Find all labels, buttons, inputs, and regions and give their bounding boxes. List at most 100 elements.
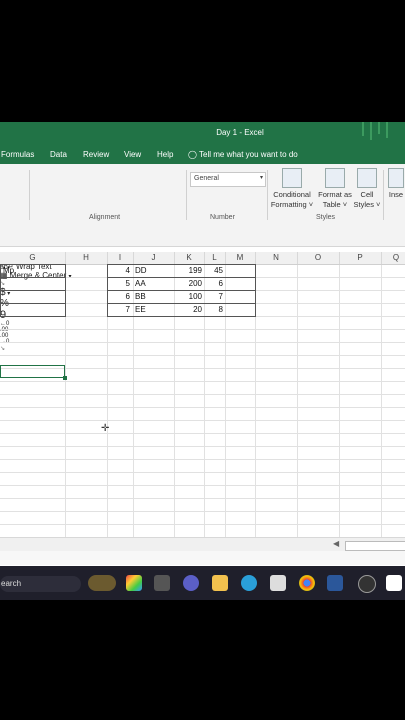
gridline — [0, 394, 405, 395]
label: Inse — [388, 190, 404, 199]
chevron-down-icon: ▾ — [259, 175, 263, 181]
divider — [267, 170, 268, 220]
group-label-styles: Styles — [316, 214, 336, 221]
cell-k3[interactable]: 100 — [174, 291, 202, 303]
cell-styles-icon — [357, 168, 377, 188]
status-area — [0, 551, 405, 565]
column-header-n[interactable]: N — [255, 252, 298, 264]
cell-k1[interactable]: 199 — [174, 265, 202, 277]
decoration — [386, 122, 388, 138]
active-cell-selection[interactable] — [0, 365, 67, 380]
cell-l1[interactable]: 45 — [204, 265, 223, 277]
cell-j1[interactable]: DD — [135, 265, 147, 277]
worksheet-grid[interactable]: Mp 4 DD 199 45 5 AA 200 6 6 BB 100 7 7 E… — [0, 264, 405, 537]
tab-view[interactable]: View — [124, 150, 141, 159]
column-header-g[interactable]: G — [0, 252, 66, 264]
decoration — [370, 122, 372, 140]
cell-l4[interactable]: 8 — [204, 304, 223, 316]
ribbon-tabs: Formulas Data Review View Help ◯ Tell me… — [0, 144, 405, 164]
cell-j3[interactable]: BB — [135, 291, 146, 303]
excel-window: Day 1 - Excel Formulas Data Review View … — [0, 122, 405, 600]
file-explorer-icon[interactable] — [212, 575, 228, 591]
group-label-alignment: Alignment — [89, 214, 121, 221]
app-icon[interactable] — [358, 575, 376, 593]
gridline — [297, 265, 298, 537]
gridline — [0, 329, 405, 330]
insert-cells-icon — [388, 168, 404, 188]
tell-me-search[interactable]: Tell me what you want to do — [199, 150, 298, 159]
column-header-m[interactable]: M — [225, 252, 256, 264]
gridline — [0, 524, 405, 525]
chrome-icon[interactable] — [299, 575, 315, 591]
column-header-j[interactable]: J — [133, 252, 175, 264]
gridline — [0, 407, 405, 408]
decoration — [378, 122, 380, 134]
cell-styles-button[interactable]: Cell Styles ˅ — [352, 168, 382, 210]
label: Table ˅ — [322, 200, 348, 209]
taskbar-search[interactable]: earch — [0, 576, 81, 592]
horizontal-scrollbar[interactable]: ◀ — [0, 537, 405, 552]
word-icon[interactable] — [327, 575, 343, 591]
label: Formatting ˅ — [270, 200, 314, 209]
gridline — [0, 511, 405, 512]
cell-k2[interactable]: 200 — [174, 278, 202, 290]
column-header-p[interactable]: P — [339, 252, 382, 264]
capcut-icon[interactable] — [386, 575, 402, 591]
cell-i2[interactable]: 5 — [107, 278, 130, 290]
cell-l3[interactable]: 7 — [204, 291, 223, 303]
tab-formulas[interactable]: Formulas — [1, 150, 34, 159]
scrollbar-thumb[interactable] — [345, 541, 405, 551]
scroll-left-icon[interactable]: ◀ — [333, 539, 339, 548]
border-line — [0, 277, 65, 278]
gridline — [0, 446, 405, 447]
number-format-value: General — [194, 175, 219, 182]
task-view-icon[interactable] — [154, 575, 170, 591]
edge-icon[interactable] — [241, 575, 257, 591]
window-title: Day 1 - Excel — [216, 128, 264, 137]
gridline — [381, 265, 382, 537]
gridline — [0, 498, 405, 499]
label: Format as — [318, 190, 352, 199]
cell-i1[interactable]: 4 — [107, 265, 130, 277]
cell-i4[interactable]: 7 — [107, 304, 130, 316]
cell-j2[interactable]: AA — [135, 278, 146, 290]
store-icon[interactable] — [270, 575, 286, 591]
divider — [186, 170, 187, 220]
gridline — [0, 485, 405, 486]
cell-i3[interactable]: 6 — [107, 291, 130, 303]
tab-help[interactable]: Help — [157, 150, 173, 159]
number-format-dropdown[interactable]: General ▾ — [190, 172, 266, 187]
lightbulb-icon: ◯ — [188, 150, 197, 159]
copilot-icon[interactable] — [126, 575, 142, 591]
column-header-l[interactable]: L — [204, 252, 226, 264]
taskbar: earch — [0, 566, 405, 600]
divider — [383, 170, 384, 220]
column-header-k[interactable]: K — [174, 252, 205, 264]
cell-j4[interactable]: EE — [135, 304, 146, 316]
column-header-i[interactable]: I — [107, 252, 134, 264]
label: Styles ˅ — [353, 200, 381, 209]
gridline — [0, 472, 405, 473]
teams-icon[interactable] — [183, 575, 199, 591]
cell-cursor-icon: ✛ — [101, 423, 110, 434]
column-header-h[interactable]: H — [65, 252, 108, 264]
gridline — [0, 355, 405, 356]
column-header-o[interactable]: O — [297, 252, 340, 264]
tab-review[interactable]: Review — [83, 150, 109, 159]
column-header-q[interactable]: Q — [381, 252, 405, 264]
format-as-table-button[interactable]: Format as Table ˅ — [315, 168, 355, 210]
cell-g1[interactable]: Mp — [3, 265, 14, 277]
title-bar: Day 1 - Excel — [0, 122, 405, 144]
widgets-icon[interactable] — [88, 575, 116, 591]
tab-data[interactable]: Data — [50, 150, 67, 159]
cell-k4[interactable]: 20 — [174, 304, 202, 316]
label: Cell — [360, 190, 374, 199]
group-label-number: Number — [210, 214, 235, 221]
insert-button[interactable]: Inse — [386, 168, 405, 200]
gridline — [339, 265, 340, 537]
label: Conditional — [273, 190, 311, 199]
format-as-table-icon — [325, 168, 345, 188]
conditional-formatting-button[interactable]: Conditional Formatting ˅ — [270, 168, 314, 210]
cell-l2[interactable]: 6 — [204, 278, 223, 290]
gridline — [0, 420, 405, 421]
